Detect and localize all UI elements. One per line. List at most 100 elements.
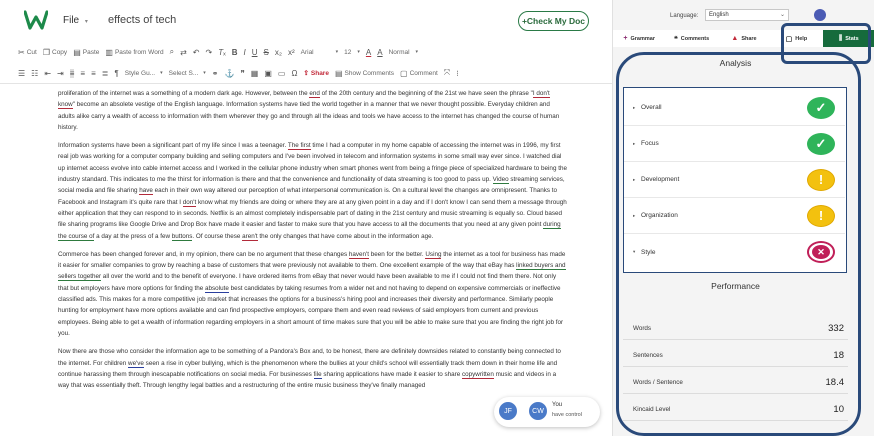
flagged-word[interactable]: we've bbox=[128, 359, 144, 368]
text-run: best candidates by taking resumes from a… bbox=[58, 284, 564, 337]
analysis-item-organization[interactable]: ▸ Organization ! bbox=[624, 198, 845, 234]
stat-value: 332 bbox=[828, 323, 844, 334]
tab-grammar-label: Grammar bbox=[630, 35, 655, 42]
subscript-icon[interactable]: x₂ bbox=[275, 48, 282, 57]
collaborator-status: have control bbox=[552, 412, 582, 418]
paragraph-2: Information systems have been a signific… bbox=[58, 140, 568, 242]
paste-label: Paste bbox=[82, 48, 100, 56]
paste-button[interactable]: ▤ Paste bbox=[73, 48, 99, 57]
link-icon[interactable]: ⚭ bbox=[212, 69, 219, 78]
chevron-right-icon: ▸ bbox=[633, 176, 636, 182]
paragraph-style-value: Normal bbox=[388, 48, 410, 56]
text-run: " become an absolete vestige of the Engl… bbox=[58, 101, 560, 131]
cut-button[interactable]: ✂ Cut bbox=[18, 48, 37, 57]
flagged-word[interactable]: don't bbox=[182, 198, 197, 207]
flagged-word[interactable]: end bbox=[309, 90, 320, 98]
paste-from-word-button[interactable]: ▥ Paste from Word bbox=[105, 48, 163, 57]
toolbar-row-2: ☰ ☷ ⇤ ⇥ ≡ ≡ ≡ ≣ ¶ Style Gu... ▾ Select S.… bbox=[18, 66, 459, 80]
anchor-icon[interactable]: ⚓ bbox=[224, 69, 234, 78]
indent-icon[interactable]: ⇥ bbox=[57, 69, 64, 78]
user-avatar[interactable] bbox=[814, 9, 826, 21]
check-my-doc-button[interactable]: +Check My Doc bbox=[518, 11, 589, 31]
strikethrough-icon[interactable]: S bbox=[264, 48, 269, 57]
paragraph-style-select[interactable]: Normal ▾ bbox=[389, 49, 418, 56]
flagged-word[interactable]: buttons bbox=[171, 232, 193, 241]
flagged-phrase[interactable]: The first bbox=[287, 142, 311, 151]
stat-value: 10 bbox=[833, 404, 844, 415]
show-comments-button[interactable]: ▤ Show Comments bbox=[335, 69, 394, 78]
tab-help[interactable]: ▢ Help bbox=[770, 30, 822, 47]
media-icon[interactable]: ▭ bbox=[278, 69, 286, 78]
clear-format-icon[interactable]: Tₓ bbox=[218, 48, 226, 57]
flagged-word[interactable]: haven't bbox=[348, 250, 369, 259]
analysis-item-overall[interactable]: ▸ Overall ✓ bbox=[624, 90, 845, 126]
error-x-icon: ✕ bbox=[812, 245, 830, 259]
tab-comments-label: Comments bbox=[680, 35, 710, 42]
style-guide-select[interactable]: Style Gu... ▾ bbox=[125, 70, 163, 77]
document-title[interactable]: effects of tech bbox=[108, 14, 176, 26]
justify-icon[interactable]: ≣ bbox=[102, 69, 109, 78]
font-size-select[interactable]: 12 ▾ bbox=[344, 49, 360, 56]
flagged-word[interactable]: aren't bbox=[242, 232, 258, 241]
comments-icon: ▤ bbox=[334, 68, 343, 78]
flagged-word[interactable]: file bbox=[313, 370, 322, 379]
numbered-list-icon[interactable]: ☰ bbox=[18, 69, 25, 78]
avatar[interactable]: JF bbox=[498, 401, 518, 421]
underline-icon[interactable]: U bbox=[252, 48, 258, 57]
font-family-value: Arial bbox=[300, 48, 314, 56]
document-editor[interactable]: proliferation of the internet was a some… bbox=[58, 88, 568, 398]
align-center-icon[interactable]: ≡ bbox=[80, 69, 85, 78]
comment-icon: ▢ bbox=[400, 68, 408, 78]
font-family-select[interactable]: Arial ▾ bbox=[301, 49, 339, 56]
copy-icon: ❐ bbox=[42, 47, 50, 57]
bulleted-list-icon[interactable]: ☷ bbox=[31, 69, 38, 78]
toolbar-row-1: ✂ Cut ❐ Copy ▤ Paste ▥ Paste from Word ⌕ ⇄ ↶… bbox=[18, 45, 418, 59]
analysis-item-focus[interactable]: ▸ Focus ✓ bbox=[624, 126, 845, 162]
analysis-item-style[interactable]: ▾ Style ✕ bbox=[624, 234, 845, 270]
collaborators-widget[interactable]: JF CW You have control bbox=[494, 397, 600, 427]
paste-from-word-label: Paste from Word bbox=[114, 48, 164, 56]
replace-icon[interactable]: ⇄ bbox=[180, 48, 187, 57]
redo-icon[interactable]: ↷ bbox=[205, 48, 212, 57]
flagged-word[interactable]: have bbox=[139, 187, 153, 196]
italic-icon[interactable]: I bbox=[243, 48, 245, 57]
share-button[interactable]: ⇪ Share bbox=[303, 69, 329, 78]
select-style-select[interactable]: Select S... ▾ bbox=[169, 70, 206, 77]
chevron-down-icon: ▾ bbox=[357, 49, 360, 55]
direction-icon[interactable]: ¶ bbox=[114, 69, 118, 78]
paragraph-3: Commerce has been changed forever and, i… bbox=[58, 249, 568, 339]
flagged-word[interactable]: copywritten bbox=[461, 370, 494, 379]
comment-label: Comment bbox=[409, 69, 438, 77]
align-right-icon[interactable]: ≡ bbox=[91, 69, 96, 78]
outdent-icon[interactable]: ⇤ bbox=[44, 69, 51, 78]
search-icon[interactable]: ⌕ bbox=[170, 47, 174, 57]
app-logo-icon[interactable] bbox=[24, 10, 48, 30]
text-color-icon[interactable]: A bbox=[366, 48, 371, 57]
highlight-color-icon[interactable]: A bbox=[377, 48, 382, 57]
flagged-word[interactable]: Video bbox=[492, 176, 509, 185]
tab-stats[interactable]: ⫼ Stats bbox=[822, 30, 874, 47]
more-options-icon[interactable]: ⁝ bbox=[456, 69, 459, 78]
tab-comments[interactable]: ❝ Comments bbox=[665, 30, 717, 47]
copy-button[interactable]: ❐ Copy bbox=[43, 48, 67, 57]
fullscreen-icon[interactable]: ⤧ bbox=[444, 68, 450, 78]
stat-row-kincaid-level: Kincaid Level 10 bbox=[623, 399, 848, 421]
omega-icon[interactable]: Ω bbox=[291, 69, 297, 78]
image-icon[interactable]: ▣ bbox=[264, 69, 272, 78]
comment-button[interactable]: ▢ Comment bbox=[400, 69, 438, 78]
bold-icon[interactable]: B bbox=[232, 48, 238, 57]
blockquote-icon[interactable]: ❞ bbox=[240, 69, 244, 78]
flagged-word[interactable]: Using bbox=[425, 250, 442, 259]
align-left-icon[interactable]: ≡ bbox=[69, 68, 75, 78]
stat-label: Sentences bbox=[633, 352, 663, 359]
analysis-item-development[interactable]: ▸ Development ! bbox=[624, 162, 845, 198]
file-menu[interactable]: File ▾ bbox=[63, 15, 88, 26]
language-select[interactable]: English ⌄ bbox=[705, 9, 789, 21]
flagged-word[interactable]: absolute bbox=[205, 284, 229, 293]
tab-share[interactable]: ▲ Share bbox=[718, 30, 770, 47]
table-icon[interactable]: ▦ bbox=[251, 69, 259, 78]
tab-grammar[interactable]: + Grammar bbox=[613, 30, 665, 47]
undo-icon[interactable]: ↶ bbox=[193, 48, 200, 57]
superscript-icon[interactable]: x² bbox=[288, 48, 295, 57]
avatar[interactable]: CW bbox=[528, 401, 548, 421]
